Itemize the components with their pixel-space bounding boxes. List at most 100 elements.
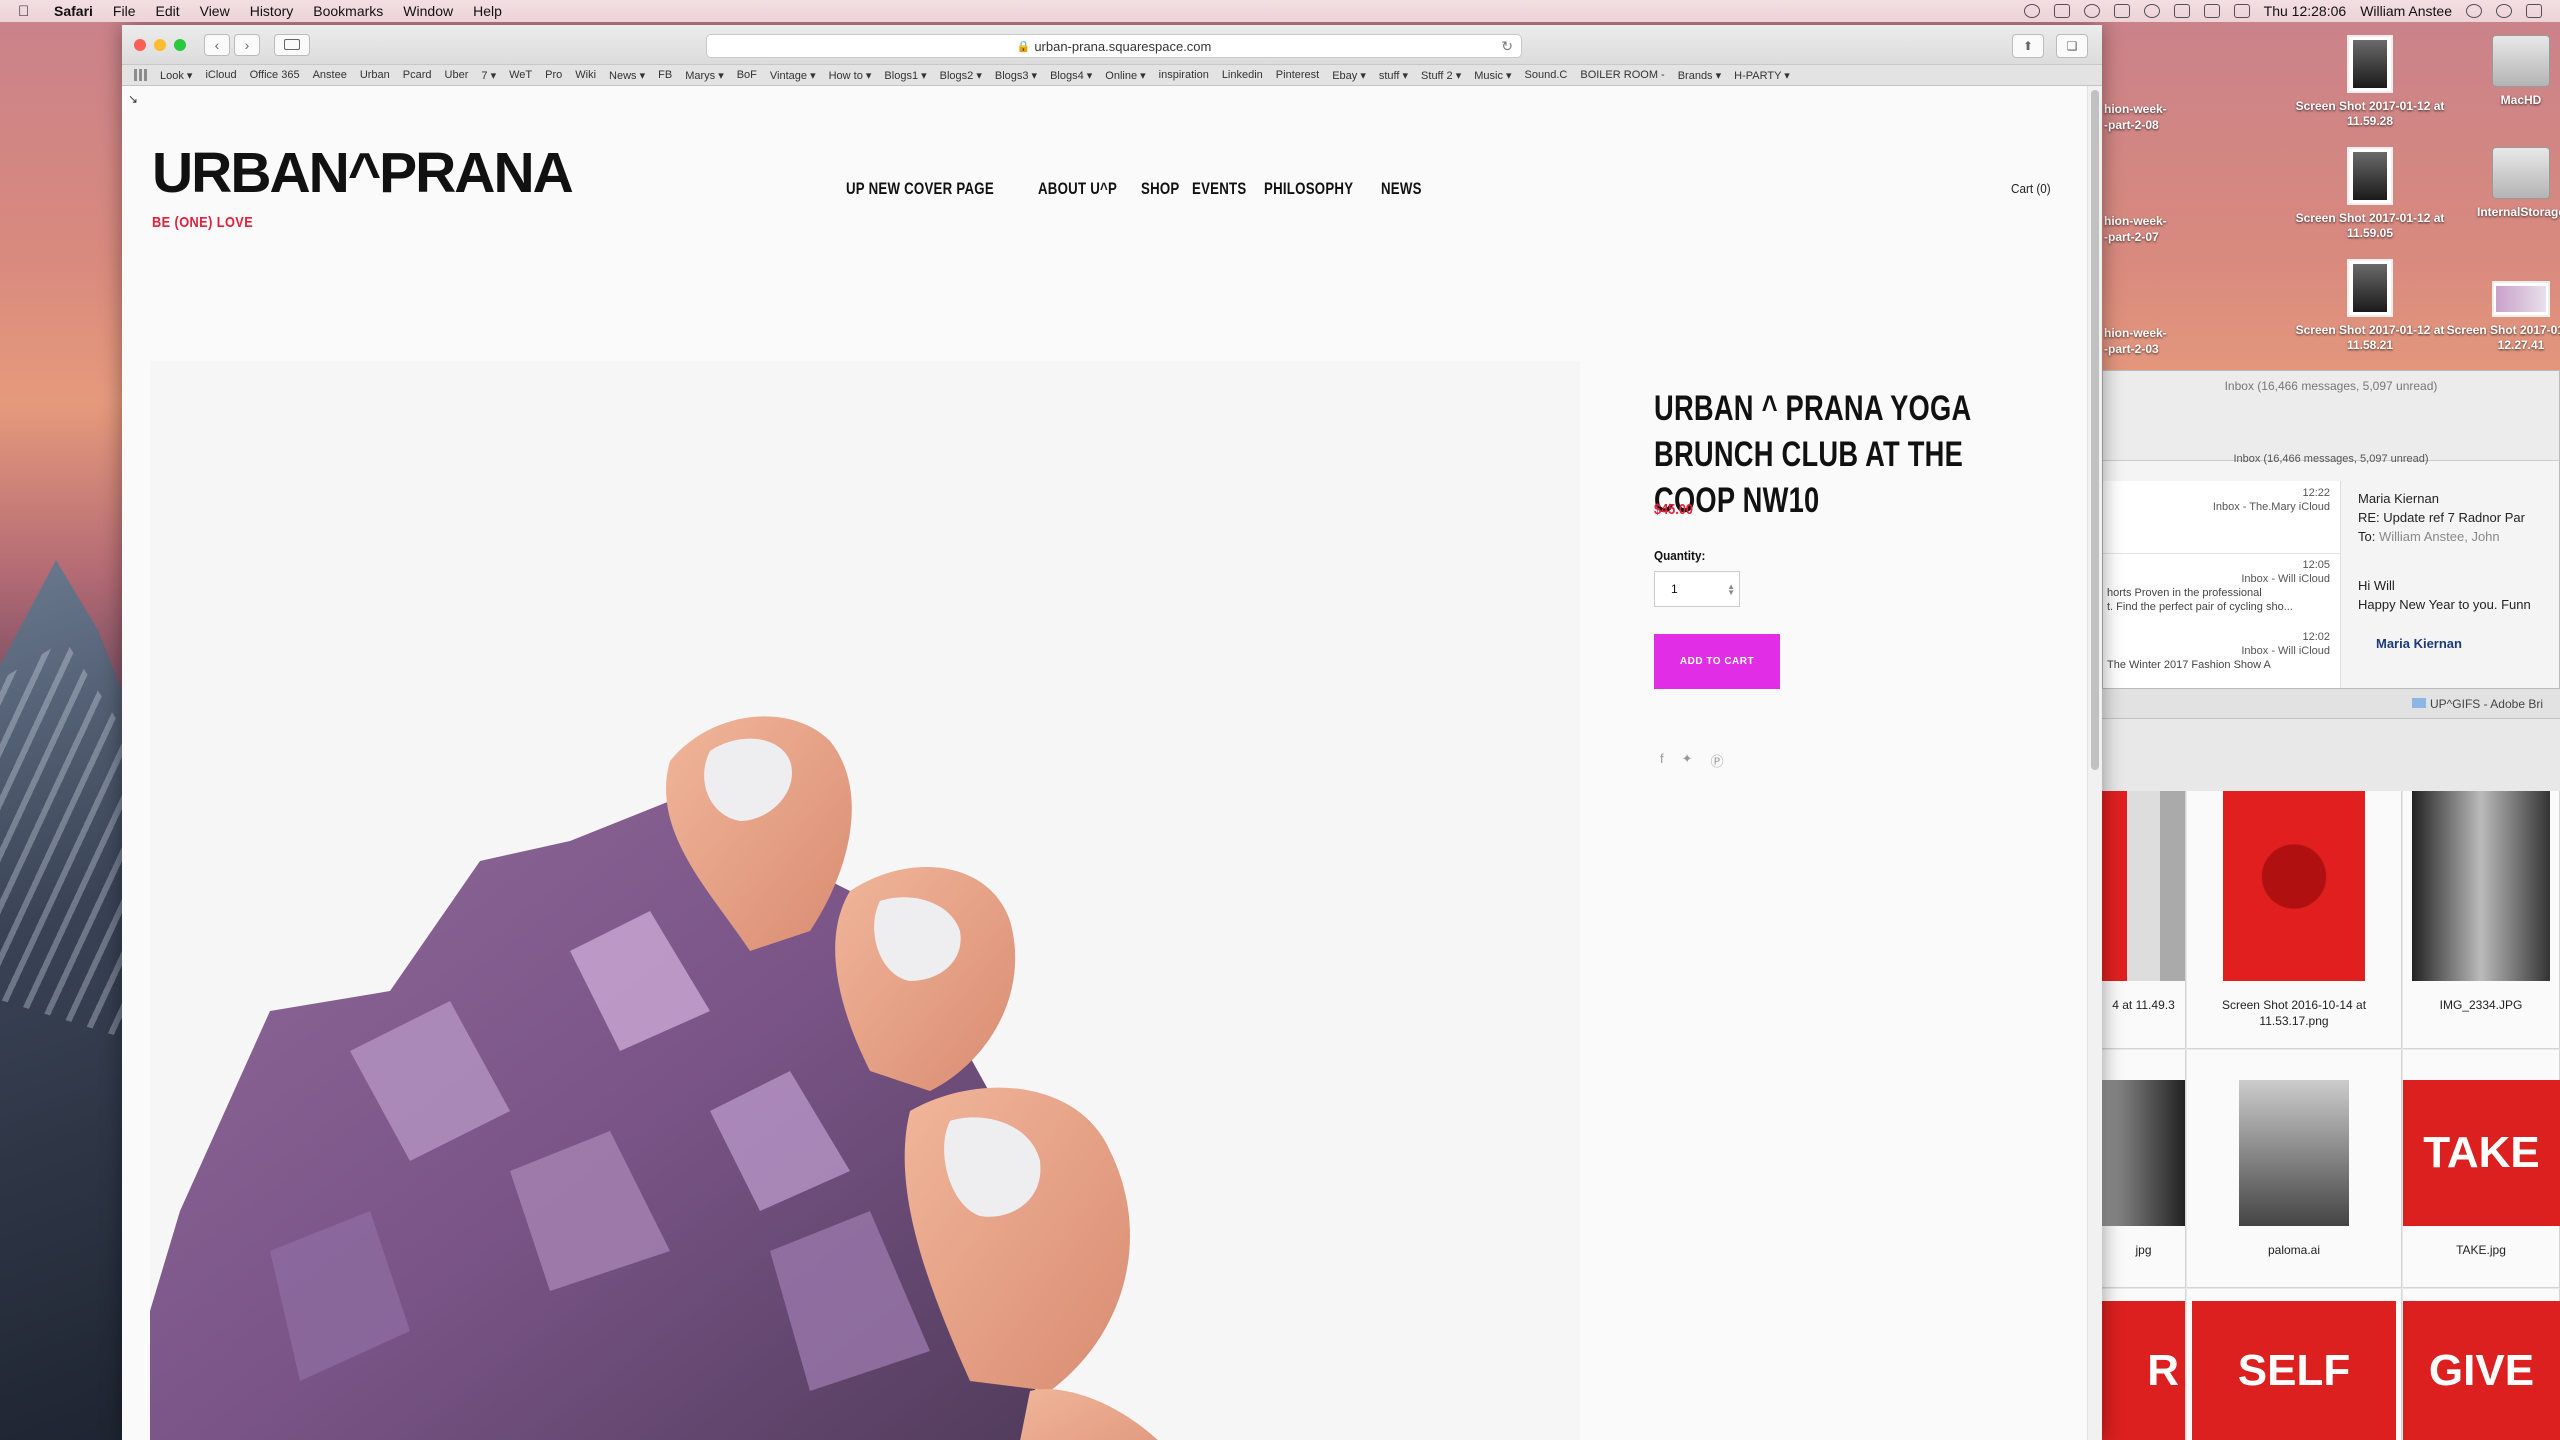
bookmark-item[interactable]: Look ▾ (160, 69, 192, 82)
bookmark-item[interactable]: BoF (737, 69, 757, 81)
bookmark-item[interactable]: Blogs1 ▾ (884, 69, 926, 82)
twitter-icon[interactable]: ✦ (1682, 751, 1693, 770)
desktop-partial-label[interactable]: hion-week- (2104, 326, 2167, 341)
bookmarks-grid-icon[interactable] (134, 69, 148, 81)
desktop-file[interactable]: Screen Shot 2017-01-12 at 11.59.28 (2295, 35, 2445, 129)
bookmark-item[interactable]: 7 ▾ (481, 69, 496, 82)
bookmark-item[interactable]: Ebay ▾ (1332, 69, 1366, 82)
menu-edit[interactable]: Edit (155, 3, 179, 19)
page-scrollbar[interactable] (2087, 86, 2102, 1440)
stepper-arrows-icon[interactable]: ▲ ▼ (1727, 583, 1735, 597)
back-button[interactable]: ‹ (204, 33, 230, 56)
menu-history[interactable]: History (250, 3, 294, 19)
desktop-drive[interactable]: InternalStorage (2446, 147, 2560, 220)
fullscreen-window-button[interactable] (174, 38, 186, 51)
bridge-tile[interactable]: GIVE (2403, 1289, 2560, 1440)
bookmark-item[interactable]: Office 365 (250, 69, 300, 81)
minimize-window-button[interactable] (154, 38, 166, 51)
mail-message-list[interactable]: 12:22 Inbox - The.Mary iCloud 12:05 Inbo… (2103, 481, 2341, 689)
bookmark-item[interactable]: Blogs2 ▾ (940, 69, 982, 82)
bookmark-item[interactable]: H-PARTY ▾ (1734, 69, 1790, 82)
bookmark-item[interactable]: News ▾ (609, 69, 645, 82)
bookmark-item[interactable]: Blogs3 ▾ (995, 69, 1037, 82)
bookmark-item[interactable]: inspiration (1159, 69, 1209, 81)
sidebar-toggle-button[interactable] (274, 33, 310, 56)
bookmark-item[interactable]: Urban (360, 69, 390, 81)
bookmark-item[interactable]: Uber (445, 69, 469, 81)
nav-about[interactable]: ABOUT U^P (1038, 179, 1117, 199)
bookmark-item[interactable]: Marys ▾ (685, 69, 724, 82)
menu-app-name[interactable]: Safari (54, 3, 93, 19)
bluetooth-icon[interactable] (2113, 4, 2130, 18)
scrollbar-thumb[interactable] (2091, 90, 2099, 770)
menu-user[interactable]: William Anstee (2360, 3, 2452, 19)
creative-cloud-icon[interactable] (2023, 4, 2040, 18)
bookmark-item[interactable]: WeT (509, 69, 532, 81)
reload-icon[interactable]: ↻ (1501, 38, 1513, 55)
wifi-icon[interactable] (2143, 4, 2160, 18)
product-image[interactable] (150, 361, 1580, 1440)
spotlight-icon[interactable] (2466, 4, 2482, 18)
bookmark-item[interactable]: Music ▾ (1474, 69, 1511, 82)
desktop-partial-label[interactable]: -part-2-08 (2104, 118, 2159, 133)
bookmark-item[interactable]: FB (658, 69, 672, 81)
bridge-tile[interactable]: R (2102, 1289, 2186, 1440)
bookmark-item[interactable]: Sound.C (1525, 69, 1568, 81)
share-button[interactable]: ⬆ (2012, 34, 2044, 58)
bookmark-item[interactable]: Blogs4 ▾ (1050, 69, 1092, 82)
forward-button[interactable]: › (234, 33, 260, 56)
bridge-tile[interactable]: Screen Shot 2016-10-14 at 11.53.17.png (2187, 791, 2402, 1049)
bookmark-item[interactable]: stuff ▾ (1379, 69, 1408, 82)
desktop-file[interactable]: Screen Shot 2017-01-12 at 11.58.21 (2295, 259, 2445, 353)
menu-file[interactable]: File (113, 3, 136, 19)
address-bar[interactable]: 🔒 urban-prana.squarespace.com ↻ (706, 34, 1522, 58)
bookmark-item[interactable]: Pro (545, 69, 562, 81)
bookmark-item[interactable]: iCloud (205, 69, 236, 81)
bridge-tile[interactable]: jpg (2102, 1050, 2186, 1288)
quantity-stepper[interactable]: 1 ▲ ▼ (1654, 571, 1740, 607)
add-to-cart-button[interactable]: ADD TO CART (1654, 634, 1780, 689)
bookmark-item[interactable]: How to ▾ (829, 69, 872, 82)
airplay-icon[interactable] (2173, 4, 2190, 18)
desktop-file[interactable]: Screen Shot 2017-01-12 at 12.27.41 (2446, 259, 2560, 353)
bridge-tile[interactable]: paloma.ai (2187, 1050, 2402, 1288)
cart-link[interactable]: Cart (0) (2011, 181, 2051, 196)
bookmark-item[interactable]: Anstee (313, 69, 347, 81)
site-logo[interactable]: URBAN^PRANA (152, 140, 574, 206)
battery-icon[interactable] (2233, 4, 2250, 18)
bridge-tile[interactable]: TAKE TAKE.jpg (2403, 1050, 2560, 1288)
menu-bookmarks[interactable]: Bookmarks (313, 3, 383, 19)
nav-news[interactable]: NEWS (1381, 179, 1422, 199)
bookmark-item[interactable]: Wiki (575, 69, 596, 81)
menu-clock[interactable]: Thu 12:28:06 (2264, 3, 2347, 19)
nav-cover-page[interactable]: UP NEW COVER PAGE (846, 179, 994, 199)
menu-help[interactable]: Help (473, 3, 502, 19)
desktop-file[interactable]: Screen Shot 2017-01-12 at 11.59.05 (2295, 147, 2445, 241)
bookmark-item[interactable]: Pcard (403, 69, 432, 81)
bookmark-item[interactable]: Stuff 2 ▾ (1421, 69, 1461, 82)
nav-events[interactable]: EVENTS (1192, 179, 1246, 199)
apple-icon[interactable]:  (18, 3, 42, 20)
bridge-tile[interactable]: IMG_2334.JPG (2403, 791, 2560, 1049)
bookmark-item[interactable]: Vintage ▾ (770, 69, 816, 82)
bookmark-item[interactable]: BOILER ROOM - (1580, 69, 1664, 81)
desktop-partial-label[interactable]: hion-week- (2104, 214, 2167, 229)
menu-window[interactable]: Window (403, 3, 453, 19)
bridge-tile[interactable]: 4 at 11.49.3 (2102, 791, 2186, 1049)
display-icon[interactable] (2053, 4, 2070, 18)
bookmark-item[interactable]: Pinterest (1276, 69, 1319, 81)
desktop-drive[interactable]: MacHD (2446, 35, 2560, 108)
volume-icon[interactable] (2203, 4, 2220, 18)
desktop-partial-label[interactable]: hion-week- (2104, 102, 2167, 117)
menu-view[interactable]: View (200, 3, 230, 19)
desktop-partial-label[interactable]: -part-2-07 (2104, 230, 2159, 245)
time-machine-icon[interactable] (2083, 4, 2100, 18)
tabs-button[interactable]: ❏ (2056, 34, 2088, 58)
bookmark-item[interactable]: Linkedin (1222, 69, 1263, 81)
siri-icon[interactable] (2496, 4, 2512, 18)
nav-shop[interactable]: SHOP (1141, 179, 1180, 199)
pinterest-icon[interactable]: Ⓟ (1711, 751, 1724, 770)
close-window-button[interactable] (134, 38, 146, 51)
notification-center-icon[interactable] (2526, 4, 2542, 18)
desktop-partial-label[interactable]: -part-2-03 (2104, 342, 2159, 357)
